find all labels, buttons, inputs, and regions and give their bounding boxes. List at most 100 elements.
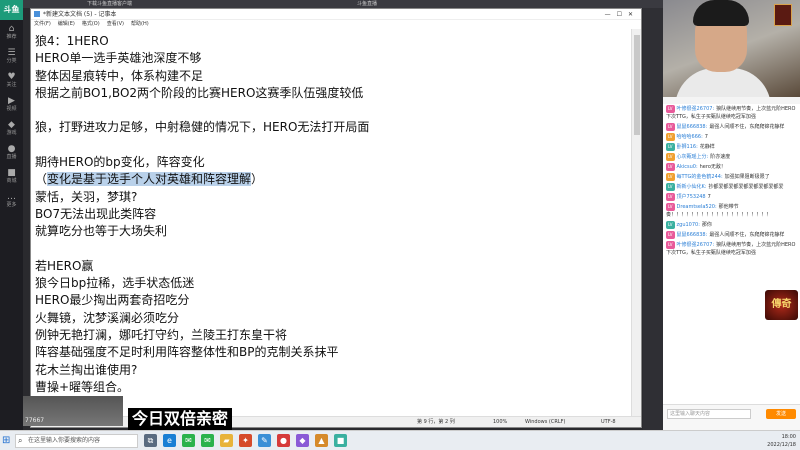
background-panel [643,8,663,430]
shop-icon: ■ [7,167,16,178]
chat-text: 7 [704,134,708,140]
sidebar-item[interactable]: ◆ 游戏 [0,116,23,140]
chat-text: 加强如果阻断极限了 [724,174,770,180]
app2-icon[interactable]: ◆ [296,434,309,447]
chat-message: LV 哈哈哈666: 7 [663,132,800,142]
category-icon: ☰ [7,47,16,58]
vertical-scrollbar[interactable] [631,29,641,417]
wechat-icon[interactable]: ✉ [182,434,195,447]
notepad-window: *新建文本文档 (5) - 记事本 —☐✕ 文件(F) 编辑(E) 格式(O) 查看(… [30,8,642,428]
sidebar-item[interactable]: ♥ 关注 [0,68,23,92]
menu-item[interactable]: 帮助(H) [131,20,149,29]
sidebar-item[interactable]: ⌂ 推荐 [0,20,23,44]
browser-tab[interactable]: 下载斗鱼直播客户端 [83,0,132,8]
app4-icon[interactable]: ■ [334,434,347,447]
text-line: 例钟无艳打澜，娜吒打守约，兰陵王打东皇干将 [35,328,288,343]
streamer-hair [693,0,749,26]
team-logo [774,4,792,26]
level-badge: LV [666,221,675,229]
chat-header [663,97,800,104]
menu-item[interactable]: 格式(O) [82,20,100,29]
task-view-icon[interactable]: ⧉ [144,434,157,447]
text-line: 花木兰掏出谁使用? [35,362,138,377]
chat-message: LV zgu1070: 那你 [663,220,800,230]
promo-badge[interactable]: 傳奇 [765,290,798,320]
sidebar-item[interactable]: ■ 商城 [0,164,23,188]
notepad-titlebar[interactable]: *新建文本文档 (5) - 记事本 —☐✕ [31,9,641,20]
app-icon[interactable]: ● [277,434,290,447]
browser-tab-strip: 下载斗鱼直播客户端 斗鱼直播 [23,0,663,8]
notepad-icon[interactable]: ✎ [258,434,271,447]
chat-username[interactable]: 心灰甄瑶上分: [677,154,709,160]
stream-sidebar: 斗鱼 ⌂ 推荐 ☰ 分类 ♥ 关注 ▶ 视频 ◆ 游戏 ● 直播 ■ 商城… 更多 [0,0,23,440]
game-icon[interactable]: ✦ [239,434,252,447]
chat-message: LV 顶户753248 7 [663,192,800,202]
douyu-logo[interactable]: 斗鱼 [0,0,23,20]
browser-tab[interactable]: 斗鱼直播 [353,0,377,8]
text-line: 蒙恬，关羽，梦琪? [35,189,138,204]
chat-text: 阶亦速度 [710,154,731,160]
system-tray-clock[interactable]: 18:00 2022/12/18 [767,433,796,449]
app3-icon[interactable]: ▲ [315,434,328,447]
chat-message: LV 鼠鼠666838: 最强人间顺不住，东爬爬锦花静样 [663,122,800,132]
sidebar-item[interactable]: ● 直播 [0,140,23,164]
text-line: BO7无法出现此类阵容 [35,206,157,221]
chat-username[interactable]: 鼠鼠666838: [677,232,708,238]
send-button[interactable]: 发送 [766,409,796,419]
text-line [35,137,631,154]
level-badge: LV [666,163,675,171]
text-line [35,102,631,119]
sidebar-item[interactable]: … 更多 [0,188,23,212]
search-icon: ⌕ [18,436,23,445]
level-badge: LV [666,105,675,113]
level-badge: LV [666,173,675,181]
menu-item[interactable]: 编辑(E) [58,20,75,29]
level-badge: LV [666,133,675,141]
level-badge: LV [666,183,675,191]
text-line: 火舞镜，沈梦溪澜必须吃分 [35,310,180,325]
text-line: HERO最少掏出两套奇招吃分 [35,293,190,308]
notepad-text-area[interactable]: 狼4：1HERO HERO单一选手英雄池深度不够 整体因星痕转中，体系构建不足 根据之… [31,29,631,417]
sidebar-item-label: 直播 [6,153,17,160]
wechat2-icon[interactable]: ✉ [201,434,214,447]
webcam-feed [663,0,800,97]
chat-username[interactable]: 哈哈哈666: [677,134,703,140]
menu-item[interactable]: 文件(F) [34,20,51,29]
edge-icon[interactable]: e [163,434,176,447]
menu-item[interactable]: 查看(V) [107,20,124,29]
chat-username[interactable]: zgu1070: [677,222,700,228]
chat-username[interactable]: 鼠鼠666838: [677,124,708,130]
chat-username[interactable]: Akicsu0: [677,164,698,170]
sidebar-item[interactable]: ▶ 视频 [0,92,23,116]
viewer-overlay: 77667 [23,396,123,426]
text-line: HERO单一选手英雄池深度不够 [35,51,202,66]
text-line [35,241,631,258]
taskbar-search-input[interactable]: ⌕ 在这里输入你要搜索的内容 [15,434,138,448]
chat-username[interactable]: 顶户753248 [677,194,706,200]
text-line: 曹操+曜等组合。 [35,379,130,394]
text-line: 狼今日bp拉稀，选手状态低迷 [35,276,195,291]
chat-username[interactable]: 新新小仙化K: [677,184,707,190]
folder-icon[interactable]: ▰ [220,434,233,447]
chat-input[interactable]: 这里输入聊天内容 [667,409,751,419]
sidebar-item[interactable]: ☰ 分类 [0,44,23,68]
text-line: 就算吃分也等于大场失利 [35,224,168,239]
chat-message: LV 叶修很强26707: 狼队继续用节奏，上次蓝元阶HERO下次TTG，私生子买甄… [663,104,800,122]
chat-username[interactable]: 叶修很强26707: [677,242,715,248]
clock-date: 2022/12/18 [767,442,796,448]
chat-text: 抄都爱都爱都爱都爱都爱都爱都爱 [708,184,784,190]
taskbar: ⊞ ⌕ 在这里输入你要搜索的内容 ⧉ e ✉ ✉ ▰ ✦ ✎ ● ◆ ▲ ■ 18:00 2022/… [0,430,800,450]
line-ending: Windows (CRLF) [525,419,566,425]
chat-panel[interactable]: LV 叶修很强26707: 狼队继续用节奏，上次蓝元阶HERO下次TTG，私生子买甄… [663,104,800,404]
text-line: 狼，打野进攻力足够，中射稳健的情况下，HERO无法打开局面 [35,120,370,135]
text-line: 整体因星痕转中，体系构建不足 [35,68,204,83]
scrollbar-thumb[interactable] [634,35,640,135]
chat-username[interactable]: 每TTG的金色鹤244: [677,174,723,180]
search-placeholder: 在这里输入你要搜索的内容 [28,437,101,444]
window-controls[interactable]: —☐✕ [605,9,639,20]
chat-username[interactable]: Dreamtsela520: [677,204,717,210]
chat-username[interactable]: 叶修很强26707: [677,106,715,112]
windows-start-icon[interactable]: ⊞ [2,435,14,447]
window-title: *新建文本文档 (5) - 记事本 [43,11,117,18]
chat-username[interactable]: 卧狮116: [677,144,698,150]
